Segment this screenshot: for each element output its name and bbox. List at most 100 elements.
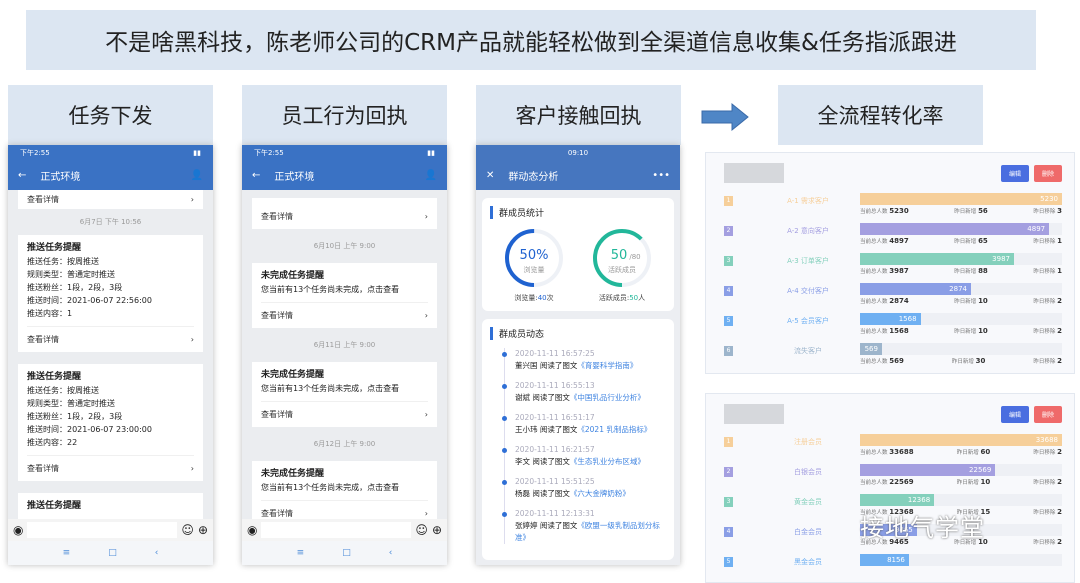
back-arrow-icon[interactable]: ← (252, 170, 260, 181)
status-time: 下午2:55 (254, 148, 284, 157)
funnel-row: 2 A-2 意向客户 4897 当前总人数 4897 昨日新增 65 昨日移除 1 (718, 223, 1062, 251)
stat-value: 1568 (889, 327, 909, 335)
close-icon[interactable]: ✕ (486, 170, 494, 181)
stat-label: 当前总人数 (860, 239, 888, 245)
section-title: 群成员动态 (490, 327, 666, 340)
stat-value: 2874 (889, 297, 909, 305)
article-link[interactable]: 《中国乳品行业分析》 (570, 393, 645, 402)
more-icon[interactable]: ••• (652, 170, 670, 181)
status-time: 下午2:55 (20, 148, 50, 157)
stat-label: 昨日移除 (1033, 510, 1056, 516)
stat-value: 10 (978, 327, 988, 335)
ring-value: 50% (520, 248, 549, 263)
stage-name: A-4 交付客户 (787, 287, 829, 295)
stat-value: 33688 (889, 448, 914, 456)
stat-label: 昨日移除 (1033, 269, 1056, 275)
back-icon[interactable]: ‹ (155, 548, 159, 558)
push-task-card: 推送任务提醒 推送任务：按周推送 规则类型：普通定时推送 推送粉丝：1段，2段，3段推… (18, 364, 203, 481)
stat-label: 昨日移除 (1033, 359, 1056, 365)
message-input[interactable] (27, 522, 178, 538)
member-name: 张婷婷 (515, 521, 538, 530)
view-detail-link[interactable]: 查看详情 (261, 408, 293, 421)
delete-button[interactable]: 删除 (1033, 406, 1062, 423)
blurred-title (724, 404, 784, 424)
rank-badge: 3 (724, 497, 733, 507)
edit-button[interactable]: 编辑 (1000, 406, 1029, 423)
phone-task-dispatch: 下午2:55 ▮▮ ← 正式环境 👤 查看详情 › 6月7日 下午 10:56 推送任务… (8, 145, 213, 565)
battery-icon: ▮▮ (193, 148, 201, 157)
plus-icon[interactable]: ⊕ (432, 523, 442, 537)
blurred-title (724, 163, 784, 183)
stat-label: 昨日新增 (954, 299, 977, 305)
message-input[interactable] (261, 522, 412, 538)
activity-time: 2020-11-11 12:13:31 (515, 509, 595, 518)
activity-time: 2020-11-11 16:21:57 (515, 445, 595, 454)
card-title: 未完成任务提醒 (261, 271, 325, 281)
article-link[interactable]: 《2021 乳制品指标》 (577, 425, 651, 434)
nav-title: 群动态分析 (508, 171, 559, 183)
stat-value: 56 (978, 207, 988, 215)
chevron-right-icon: › (190, 335, 194, 344)
view-detail-link[interactable]: 查看详情 (261, 309, 293, 322)
delete-button[interactable]: 删除 (1033, 165, 1062, 182)
rank-badge: 1 (724, 196, 733, 206)
emoji-icon[interactable]: ☺ (181, 523, 194, 537)
stat-label: 当前总人数 (860, 450, 888, 456)
menu-icon[interactable]: ≡ (297, 548, 305, 558)
article-link[interactable]: 《六大金牌奶粉》 (570, 489, 630, 498)
stat-value: 65 (978, 237, 988, 245)
stat-label: 当前总人数 (860, 209, 888, 215)
stage-name: 白金会员 (794, 528, 822, 536)
member-name: 王小玮 (515, 425, 538, 434)
phone-employee-receipt: 下午2:55 ▮▮ ← 正式环境 👤 查看详情 › 6月10日 上午 9:00 未完成任务… (242, 145, 447, 565)
edit-button[interactable]: 编辑 (1000, 165, 1029, 182)
funnel-row: 5 A-5 会员客户 1568 当前总人数 1568 昨日新增 10 昨日移除 2 (718, 313, 1062, 341)
stage-name: 白银会员 (794, 468, 822, 476)
view-detail-link[interactable]: 查看详情 (27, 333, 59, 346)
activity-item: 2020-11-11 16:21:57 李文 阅读了图文《生态乳业分布区域》 (502, 444, 666, 468)
voice-icon[interactable]: ◉ (247, 523, 257, 537)
message-date: 6月12日 上午 9:00 (313, 440, 376, 448)
view-detail-link[interactable]: 查看详情 (27, 193, 59, 206)
stat-label: 昨日移除 (1033, 540, 1056, 546)
article-link[interactable]: 《生态乳业分布区域》 (570, 457, 645, 466)
user-icon[interactable]: 👤 (191, 170, 203, 181)
emoji-icon[interactable]: ☺ (415, 523, 428, 537)
rank-badge: 4 (724, 527, 733, 537)
home-icon[interactable]: □ (108, 548, 117, 558)
view-detail-link[interactable]: 查看详情 (27, 462, 59, 475)
view-detail-link[interactable]: 查看详情 (261, 210, 293, 223)
banner-title: 不是啥黑科技，陈老师公司的CRM产品就能轻松做到全渠道信息收集&任务指派跟进 (26, 10, 1036, 70)
activity-time: 2020-11-11 16:57:25 (515, 349, 595, 358)
home-icon[interactable]: □ (342, 548, 351, 558)
arrow-right-icon (701, 102, 749, 132)
activity-item: 2020-11-11 12:13:31 张婷婷 阅读了图文《欧盟一级乳制品划分标准… (502, 508, 666, 544)
message-date: 6月10日 上午 9:00 (313, 242, 376, 250)
stage-name: A-5 会员客户 (787, 317, 829, 325)
nav-title: 正式环境 (40, 171, 81, 183)
stage-bar: 1568 (860, 313, 921, 325)
card-line: 推送粉丝：1段，2段，3段 (27, 283, 123, 292)
member-stats-card: 群成员统计 50% 浏览量 浏览量:40次 50/80 活跃成员 活跃成员:50人 (482, 198, 674, 311)
stage-name: 黄金会员 (794, 498, 822, 506)
status-time: 09:10 (567, 148, 589, 157)
back-arrow-icon[interactable]: ← (18, 170, 26, 181)
card-text: 您当前有13个任务尚未完成，点击查看 (261, 285, 400, 294)
action-text: 阅读了图文 (532, 457, 570, 466)
stat-label: 昨日移除 (1033, 450, 1056, 456)
article-link[interactable]: 《育婴科学指南》 (577, 361, 637, 370)
plus-icon[interactable]: ⊕ (198, 523, 208, 537)
funnel-row: 1 注册会员 33688 当前总人数 33688 昨日新增 60 昨日移除 2 (718, 434, 1062, 462)
activity-item: 2020-11-11 16:55:13 谢斌 阅读了图文《中国乳品行业分析》 (502, 380, 666, 404)
menu-icon[interactable]: ≡ (63, 548, 71, 558)
user-icon[interactable]: 👤 (425, 170, 437, 181)
card-line: 推送时间：2021-06-07 22:56:00 (27, 296, 152, 305)
member-name: 董兴国 (515, 361, 538, 370)
ring-value: 50 (611, 248, 628, 263)
header-task-dispatch: 任务下发 (8, 85, 213, 145)
back-icon[interactable]: ‹ (389, 548, 393, 558)
stage-bar: 22569 (860, 464, 996, 476)
voice-icon[interactable]: ◉ (13, 523, 23, 537)
activity-item: 2020-11-11 16:51:17 王小玮 阅读了图文《2021 乳制品指标》 (502, 412, 666, 436)
funnel-row: 1 A-1 需求客户 5230 当前总人数 5230 昨日新增 56 昨日移除 3 (718, 193, 1062, 221)
